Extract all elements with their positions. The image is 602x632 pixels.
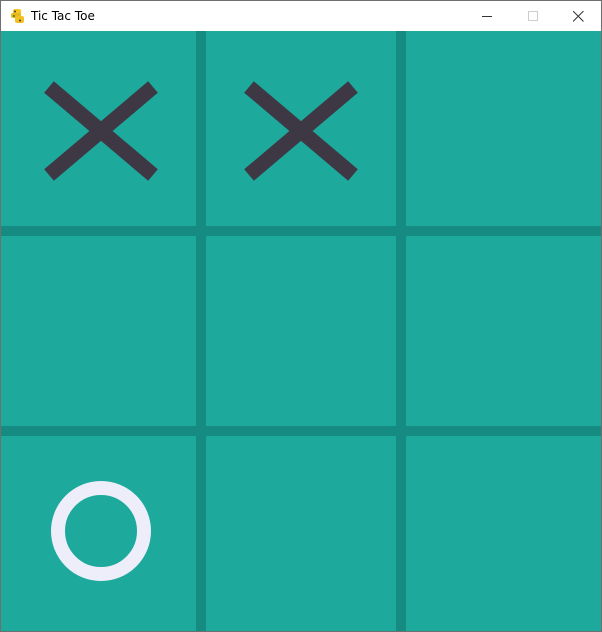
board-canvas: [1, 31, 601, 631]
board-cell-0-2[interactable]: [401, 31, 601, 231]
minimize-icon: [482, 16, 492, 17]
python-snake-icon: [10, 8, 25, 24]
game-board: [1, 31, 601, 631]
board-cell-2-1[interactable]: [201, 431, 401, 631]
maximize-icon: [528, 11, 538, 21]
grid-line-horizontal: [1, 426, 601, 436]
maximize-button[interactable]: [510, 1, 556, 31]
window-title: Tic Tac Toe: [31, 9, 95, 23]
title-bar[interactable]: Tic Tac Toe: [1, 1, 601, 31]
board-cell-2-2[interactable]: [401, 431, 601, 631]
board-cell-1-1[interactable]: [201, 231, 401, 431]
grid-line-vertical: [396, 31, 406, 631]
board-cell-1-0[interactable]: [1, 231, 201, 431]
close-icon: [573, 11, 584, 22]
close-button[interactable]: [555, 1, 601, 31]
grid-line-vertical: [196, 31, 206, 631]
minimize-button[interactable]: [464, 1, 510, 31]
grid-line-horizontal: [1, 226, 601, 236]
board-cell-1-2[interactable]: [401, 231, 601, 431]
board-cell-2-0[interactable]: [1, 431, 201, 631]
game-window: Tic Tac Toe: [0, 0, 602, 632]
